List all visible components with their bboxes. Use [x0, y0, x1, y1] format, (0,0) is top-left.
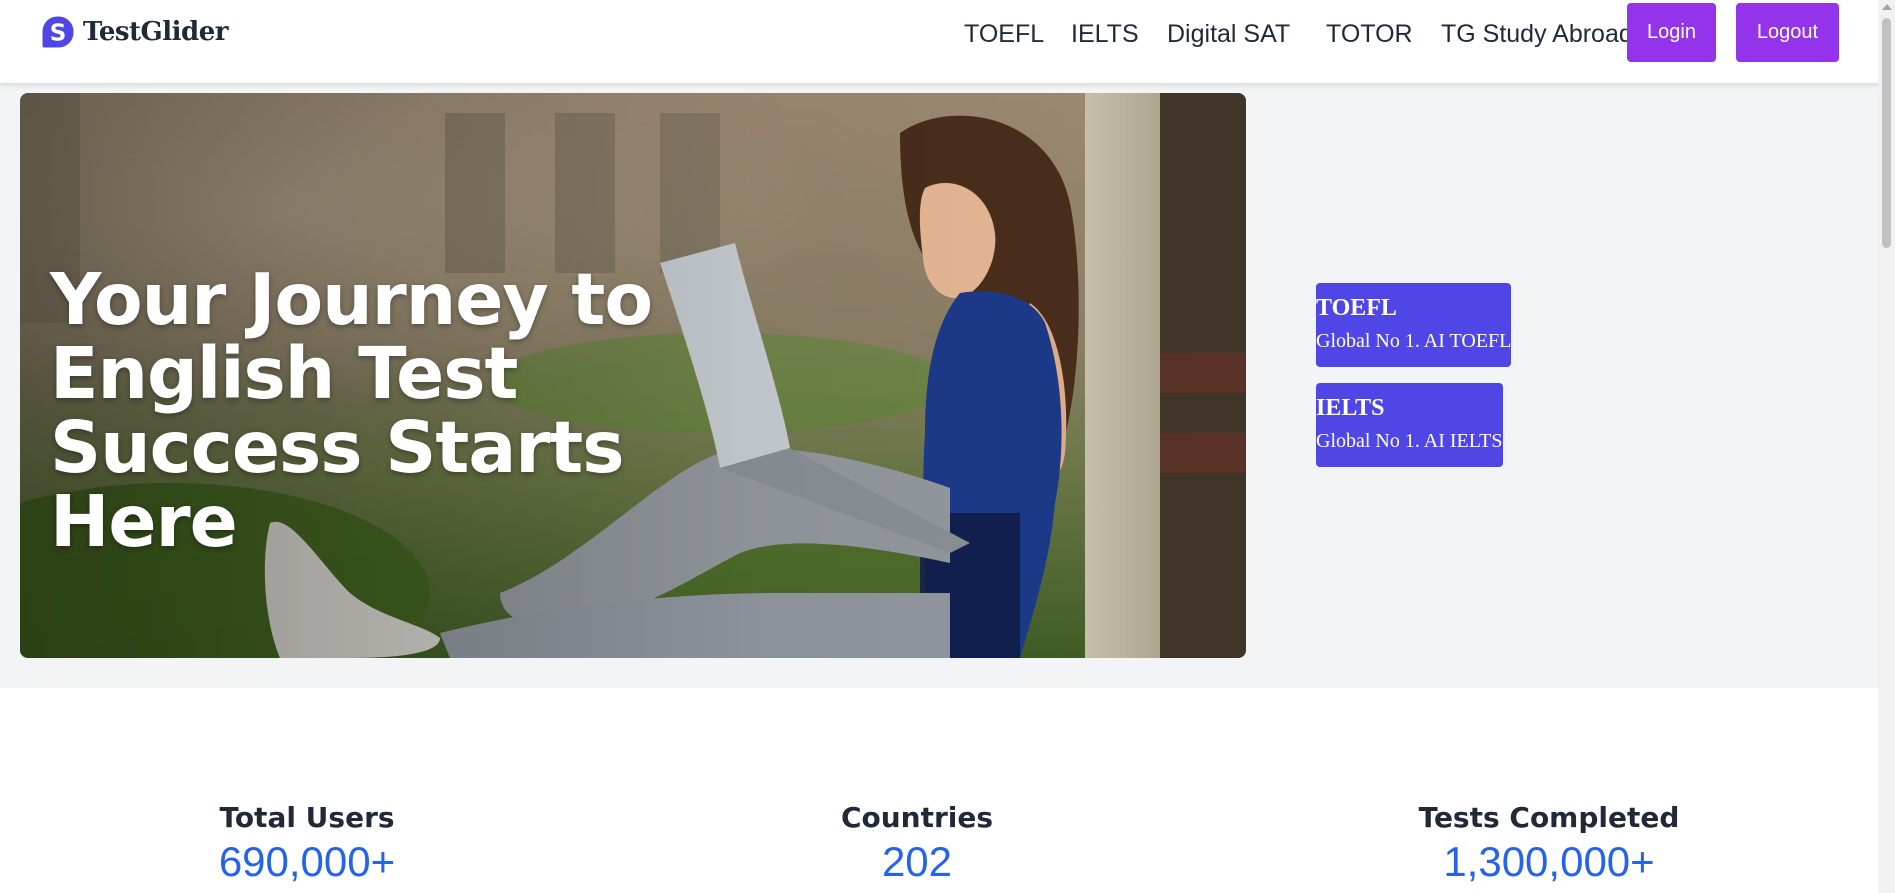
- stat-label: Countries: [840, 801, 994, 834]
- stat-value: 1,300,000+: [1443, 838, 1655, 885]
- nav-link-tg-study-abroad[interactable]: TG Study Abroad: [1441, 20, 1633, 49]
- ielts-card[interactable]: IELTS Global No 1. AI IELTS: [1316, 383, 1503, 467]
- toefl-card-subtitle: Global No 1. AI TOEFL: [1316, 330, 1512, 352]
- hero-title: Your Journey to English Test Success Sta…: [50, 258, 653, 563]
- stat-tests-completed: Tests Completed 1,300,000+: [1349, 800, 1749, 888]
- nav-link-toefl[interactable]: TOEFL: [964, 20, 1044, 49]
- nav-link-digital-sat[interactable]: Digital SAT: [1167, 20, 1290, 49]
- login-button[interactable]: Login: [1627, 3, 1716, 62]
- stat-total-users: Total Users 690,000+: [107, 800, 507, 888]
- ielts-card-subtitle: Global No 1. AI IELTS: [1316, 430, 1503, 452]
- scroll-thumb[interactable]: [1882, 18, 1891, 248]
- hero-banner: Your Journey to English Test Success Sta…: [20, 93, 1246, 658]
- nav-link-ielts[interactable]: IELTS: [1071, 20, 1139, 49]
- logout-button[interactable]: Logout: [1736, 3, 1839, 62]
- stat-label: Tests Completed: [1418, 801, 1680, 834]
- stat-value: 202: [881, 838, 953, 885]
- stat-label: Total Users: [219, 801, 395, 834]
- stat-countries: Countries 202: [717, 800, 1117, 888]
- scroll-up-arrow-icon[interactable]: [1882, 4, 1892, 10]
- main-nav: TOEFL IELTS Digital SAT TOTOR TG Study A…: [0, 0, 1895, 70]
- toefl-card[interactable]: TOEFL Global No 1. AI TOEFL: [1316, 283, 1511, 367]
- hero-section: Your Journey to English Test Success Sta…: [0, 83, 1878, 688]
- nav-link-totor[interactable]: TOTOR: [1326, 20, 1413, 49]
- stat-value: 690,000+: [218, 838, 396, 885]
- ielts-card-title: IELTS: [1316, 395, 1385, 421]
- toefl-card-title: TOEFL: [1316, 295, 1397, 321]
- page-scrollbar[interactable]: [1878, 0, 1895, 893]
- site-header: S TestGlider TOEFL IELTS Digital SAT TOT…: [0, 0, 1895, 83]
